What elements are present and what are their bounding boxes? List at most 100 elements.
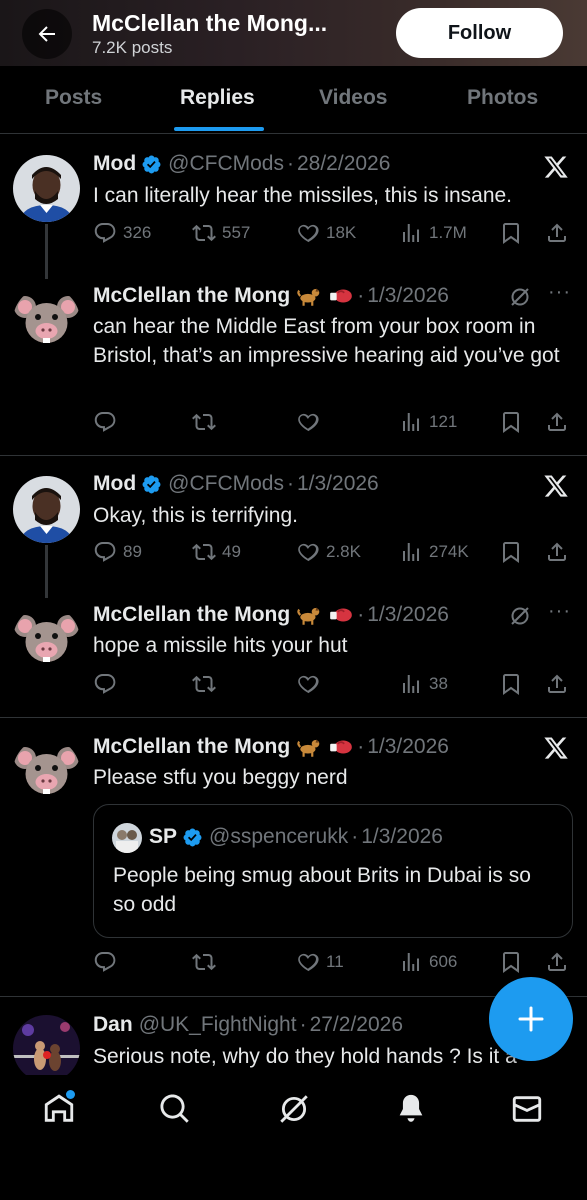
post-date[interactable]: 1/3/2026 [297, 472, 379, 496]
bookmark-button[interactable] [499, 410, 529, 434]
views-button[interactable]: 274K [399, 540, 469, 564]
bookmark-button[interactable] [499, 950, 529, 974]
follow-button[interactable]: Follow [396, 8, 563, 58]
avatar[interactable] [13, 476, 80, 543]
tweet-text: Okay, this is terrifying. [93, 504, 298, 527]
repost-button[interactable]: 557 [192, 221, 250, 245]
share-button[interactable] [545, 672, 575, 696]
repost-icon [192, 410, 216, 434]
avatar[interactable] [13, 606, 80, 673]
author-handle[interactable]: @CFCMods [168, 472, 284, 496]
more-icon[interactable]: ··· [548, 281, 571, 304]
author-name[interactable]: McClellan the Mong [93, 603, 290, 627]
back-button[interactable] [22, 9, 72, 59]
share-icon [545, 672, 569, 696]
reply-button[interactable]: 89 [93, 540, 142, 564]
post-date[interactable]: 1/3/2026 [367, 284, 449, 308]
author-handle[interactable]: @UK_FightNight [139, 1013, 297, 1037]
verified-badge-icon [182, 827, 203, 848]
reply-button[interactable] [93, 950, 123, 974]
views-button[interactable]: 38 [399, 672, 448, 696]
author-handle[interactable]: @CFCMods [168, 152, 284, 176]
like-icon [296, 410, 320, 434]
tweet-text: Serious note, why do they hold hands ? I… [93, 1045, 517, 1068]
avatar[interactable] [13, 1015, 80, 1075]
bookmark-button[interactable] [499, 672, 529, 696]
repost-count: 49 [222, 542, 241, 561]
x-logo-icon[interactable] [543, 473, 569, 504]
reply-button[interactable] [93, 672, 123, 696]
views-button[interactable]: 1.7M [399, 221, 467, 245]
avatar[interactable] [13, 287, 80, 354]
avatar[interactable] [13, 155, 80, 222]
bell-icon[interactable] [394, 1092, 428, 1131]
repost-button[interactable] [192, 410, 222, 434]
bookmark-button[interactable] [499, 540, 529, 564]
author-name[interactable]: Dan [93, 1013, 133, 1037]
view-count: 606 [429, 952, 458, 971]
post-date[interactable]: 1/3/2026 [367, 735, 449, 759]
tweet-quote[interactable]: McClellan the Mong · 1/3/2026 Please stf… [0, 718, 587, 995]
post-date[interactable]: 1/3/2026 [367, 603, 449, 627]
quoted-tweet[interactable]: SP @sspencerukk · 1/3/2026 People being … [93, 804, 573, 938]
view-count: 1.7M [429, 223, 467, 242]
tweet-actions: 38 [93, 672, 573, 700]
author-name[interactable]: Mod [93, 472, 136, 496]
grok-nav-icon[interactable] [277, 1092, 311, 1131]
bookmark-icon [499, 221, 523, 245]
like-icon [296, 950, 320, 974]
share-button[interactable] [545, 540, 575, 564]
author-name[interactable]: Mod [93, 152, 136, 176]
like-button[interactable]: 11 [296, 950, 344, 974]
reply-icon [93, 950, 117, 974]
compose-button[interactable] [489, 977, 573, 1061]
grok-icon[interactable] [508, 285, 532, 314]
tweet-reply-2[interactable]: McClellan the Mong · 1/3/2026 ··· hope a… [0, 586, 587, 716]
tab-videos[interactable]: Videos [319, 86, 387, 110]
share-button[interactable] [545, 410, 575, 434]
author-name[interactable]: McClellan the Mong [93, 284, 290, 308]
reply-icon [93, 410, 117, 434]
views-button[interactable]: 606 [399, 950, 457, 974]
like-button[interactable] [296, 672, 326, 696]
author-name[interactable]: McClellan the Mong [93, 735, 290, 759]
tweet-mod-1[interactable]: Mod @CFCMods · 28/2/2026 I can literally… [0, 135, 587, 279]
reply-count: 326 [123, 223, 152, 242]
tweet-actions: 11 606 [93, 950, 573, 978]
share-button[interactable] [545, 221, 575, 245]
notification-dot [66, 1090, 75, 1099]
views-icon [399, 410, 423, 434]
bookmark-button[interactable] [499, 221, 529, 245]
post-date[interactable]: 27/2/2026 [310, 1013, 403, 1037]
views-button[interactable]: 121 [399, 410, 457, 434]
more-icon[interactable]: ··· [548, 600, 571, 623]
boxing-glove-emoji-icon [328, 734, 354, 760]
post-date[interactable]: 28/2/2026 [297, 152, 390, 176]
tweet-reply-1[interactable]: McClellan the Mong · 1/3/2026 ··· can he… [0, 265, 587, 455]
home-icon[interactable] [42, 1090, 76, 1131]
like-button[interactable]: 18K [296, 221, 356, 245]
repost-button[interactable]: 49 [192, 540, 241, 564]
bookmark-icon [499, 540, 523, 564]
profile-tabs: Posts Replies Videos Photos [0, 66, 587, 134]
bookmark-icon [499, 672, 523, 696]
x-logo-icon[interactable] [543, 735, 569, 766]
mail-icon[interactable] [510, 1092, 544, 1131]
tab-photos[interactable]: Photos [467, 86, 538, 110]
tab-replies[interactable]: Replies [180, 86, 255, 110]
tab-posts[interactable]: Posts [45, 86, 102, 110]
search-icon[interactable] [158, 1092, 192, 1131]
repost-button[interactable] [192, 950, 222, 974]
reply-button[interactable] [93, 410, 123, 434]
avatar[interactable] [13, 738, 80, 805]
like-button[interactable]: 2.8K [296, 540, 361, 564]
tweet-mod-2[interactable]: Mod @CFCMods · 1/3/2026 Okay, this is te… [0, 456, 587, 598]
reply-button[interactable]: 326 [93, 221, 151, 245]
separator-dot: · [357, 603, 365, 626]
share-button[interactable] [545, 950, 575, 974]
repost-button[interactable] [192, 672, 222, 696]
like-button[interactable] [296, 410, 326, 434]
repost-count: 557 [222, 223, 251, 242]
grok-icon[interactable] [508, 604, 532, 633]
share-icon [545, 540, 569, 564]
